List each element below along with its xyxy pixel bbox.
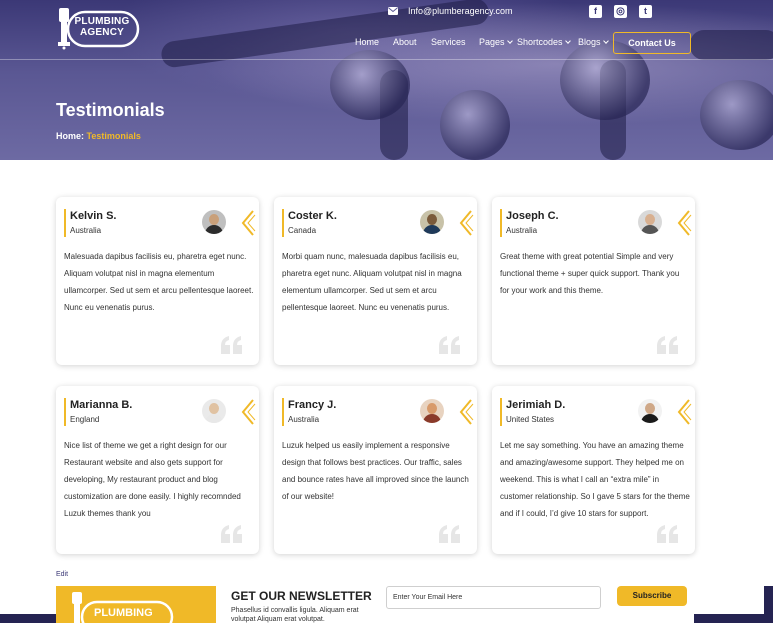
testimonial-country: United States (506, 415, 555, 424)
nav-blogs-label: Blogs (578, 37, 601, 47)
testimonial-country: Canada (288, 226, 317, 235)
hero-bg-valve (440, 90, 510, 160)
chevron-left-icon (459, 399, 474, 425)
testimonial-card: Jerimiah D. United States Let me say somet… (492, 386, 695, 554)
avatar (202, 399, 226, 423)
quote-icon (221, 525, 242, 543)
logo-text-line-1: PLUMBING (74, 16, 130, 27)
avatar (638, 210, 662, 234)
chevron-down-icon (564, 38, 571, 44)
testimonial-name: Marianna B. (70, 399, 133, 411)
accent-bar (64, 209, 66, 237)
facebook-icon[interactable]: f (589, 5, 602, 18)
subscribe-button[interactable]: Subscribe (617, 586, 687, 606)
testimonial-card: Francy J. Australia Luzuk helped us easily… (274, 386, 477, 554)
chevron-left-icon (241, 399, 256, 425)
header-email[interactable]: Info@plumberagency.com (388, 6, 513, 16)
nav-pages[interactable]: Pages (479, 37, 513, 47)
testimonial-text: Nice list of theme we get a right design… (64, 441, 241, 518)
breadcrumb: Home: Testimonials (56, 131, 141, 141)
instagram-icon[interactable]: ◎ (614, 5, 627, 18)
site-logo[interactable]: PLUMBING AGENCY (56, 6, 140, 50)
nav-home[interactable]: Home (355, 37, 379, 47)
newsletter-subtitle: Phasellus id convallis ligula. Aliquam e… (231, 607, 359, 623)
nav-shortcodes[interactable]: Shortcodes (517, 37, 571, 47)
chevron-left-icon (459, 210, 474, 236)
accent-bar (500, 398, 502, 426)
breadcrumb-separator: : (81, 131, 85, 141)
testimonial-text: Malesuada dapibus facilisis eu, pharetra… (64, 252, 254, 312)
testimonial-card: Joseph C. Australia Great theme with great… (492, 197, 695, 365)
newsletter-email-input[interactable]: Enter Your Email Here (386, 586, 601, 609)
quote-icon (657, 336, 678, 354)
edit-link[interactable]: Edit (56, 571, 68, 578)
chevron-down-icon (506, 38, 513, 44)
accent-bar (64, 398, 66, 426)
newsletter-logo: PLUMBING (56, 586, 216, 623)
testimonial-name: Joseph C. (506, 210, 559, 222)
avatar (202, 210, 226, 234)
newsletter-logo-text: PLUMBING (94, 607, 153, 619)
avatar (420, 210, 444, 234)
testimonial-country: England (70, 415, 100, 424)
nav-shortcodes-label: Shortcodes (517, 37, 563, 47)
testimonial-country: Australia (70, 226, 102, 235)
quote-icon (657, 525, 678, 543)
nav-blogs[interactable]: Blogs (578, 37, 609, 47)
breadcrumb-current: Testimonials (86, 131, 141, 141)
breadcrumb-home[interactable]: Home (56, 131, 81, 141)
header-divider (0, 59, 773, 60)
hero-bg-valve (330, 50, 410, 120)
newsletter-title: GET OUR NEWSLETTER (231, 589, 372, 603)
avatar (638, 399, 662, 423)
testimonial-name: Francy J. (288, 399, 337, 411)
testimonial-name: Coster K. (288, 210, 337, 222)
testimonial-text: Luzuk helped us easily implement a respo… (282, 441, 469, 501)
mail-icon (388, 7, 398, 15)
testimonial-card: Marianna B. England Nice list of theme we … (56, 386, 259, 554)
avatar (420, 399, 444, 423)
testimonial-card: Coster K. Canada Morbi quam nunc, malesuad… (274, 197, 477, 365)
footer-band-edge (764, 586, 773, 623)
testimonial-country: Australia (506, 226, 538, 235)
nav-about[interactable]: About (393, 37, 417, 47)
testimonial-name: Jerimiah D. (506, 399, 566, 411)
nav-pages-label: Pages (479, 37, 505, 47)
contact-us-button[interactable]: Contact Us (613, 32, 691, 54)
chevron-down-icon (602, 38, 609, 44)
chevron-left-icon (677, 210, 692, 236)
testimonial-text: Great theme with great potential Simple … (500, 252, 680, 295)
testimonial-card: Kelvin S. Australia Malesuada dapibus faci… (56, 197, 259, 365)
testimonial-country: Australia (288, 415, 320, 424)
accent-bar (282, 398, 284, 426)
logo-text-line-2: AGENCY (80, 27, 124, 38)
quote-icon (439, 525, 460, 543)
logo-text: PLUMBING AGENCY (72, 16, 132, 38)
twitter-icon[interactable]: t (639, 5, 652, 18)
quote-icon (221, 336, 242, 354)
nav-services[interactable]: Services (431, 37, 466, 47)
chevron-left-icon (677, 399, 692, 425)
testimonial-text: Morbi quam nunc, malesuada dapibus facil… (282, 252, 462, 312)
chevron-left-icon (241, 210, 256, 236)
testimonial-name: Kelvin S. (70, 210, 117, 222)
accent-bar (500, 209, 502, 237)
quote-icon (439, 336, 460, 354)
testimonial-text: Let me say something. You have an amazin… (500, 441, 690, 518)
accent-bar (282, 209, 284, 237)
hero-bg-pipe (690, 30, 773, 60)
email-text: Info@plumberagency.com (408, 6, 513, 16)
hero-bg-valve (700, 80, 773, 150)
page-title: Testimonials (56, 100, 165, 120)
